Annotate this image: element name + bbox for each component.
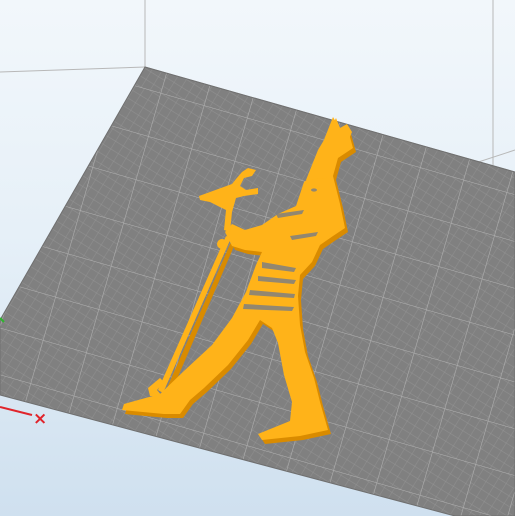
3d-viewport[interactable]: × xyxy=(0,0,515,516)
x-axis-marker-icon: × xyxy=(33,409,47,429)
scene-canvas[interactable]: × xyxy=(0,0,515,516)
build-plate xyxy=(0,66,515,516)
x-axis-line xyxy=(0,406,33,416)
